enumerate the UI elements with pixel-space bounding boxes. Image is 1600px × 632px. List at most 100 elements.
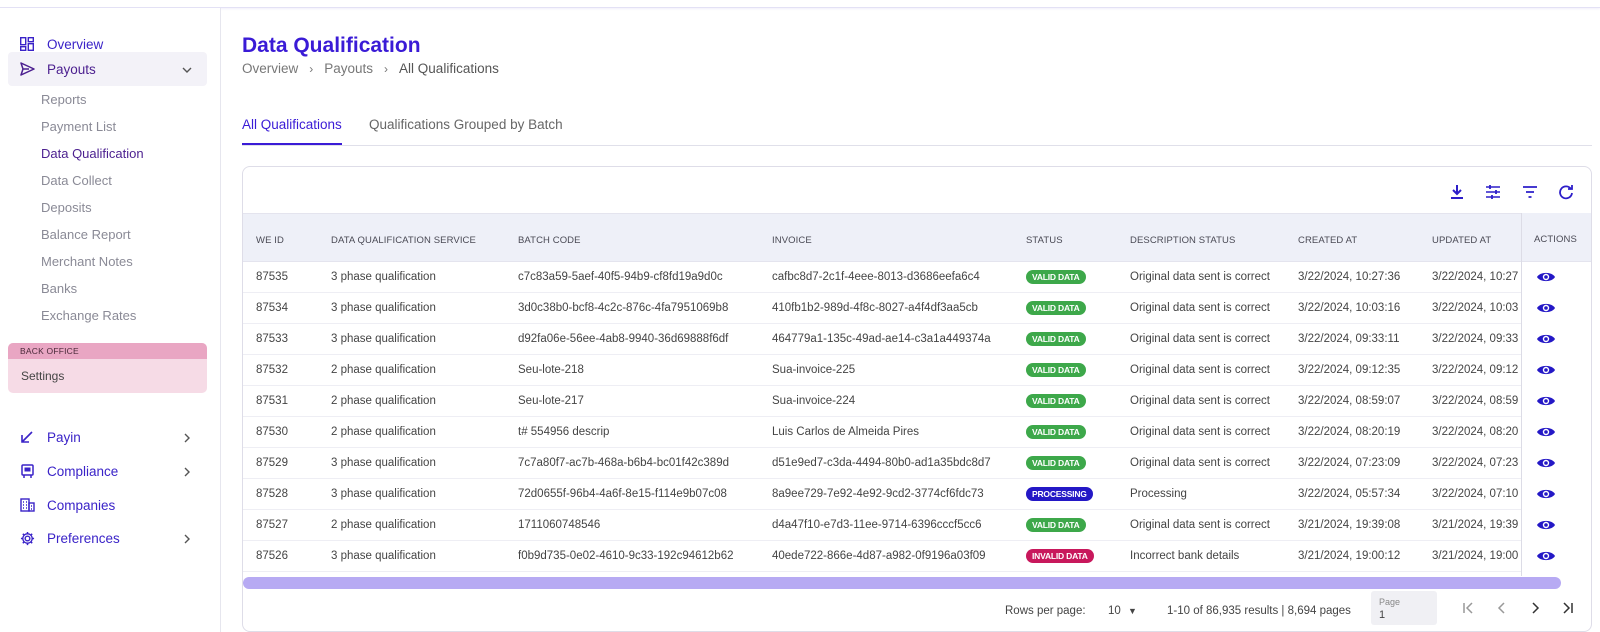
status-badge: PROCESSING xyxy=(1026,487,1093,501)
page-input[interactable]: Page 1 xyxy=(1371,591,1437,625)
chevron-right-icon xyxy=(181,431,193,443)
filter-icon[interactable] xyxy=(1520,182,1540,202)
status-badge: VALID DATA xyxy=(1026,363,1086,377)
sidebar-subitem-banks[interactable]: Banks xyxy=(41,281,77,296)
breadcrumb-payouts[interactable]: Payouts xyxy=(324,61,373,76)
sidebar-item-payouts[interactable]: Payouts xyxy=(8,52,207,86)
sidebar-item-preferences[interactable]: Preferences xyxy=(8,521,207,555)
cell-updated-at: 3/22/2024, 08:59 xyxy=(1432,395,1519,407)
sidebar-subitem-deposits[interactable]: Deposits xyxy=(41,200,92,215)
first-page-icon[interactable] xyxy=(1460,600,1476,616)
cell-we-id: 87531 xyxy=(256,395,288,407)
cell-service: 2 phase qualification xyxy=(331,426,436,438)
column-header-status[interactable]: STATUS xyxy=(1026,235,1063,246)
tab-grouped-by-batch[interactable]: Qualifications Grouped by Batch xyxy=(369,117,563,132)
backoffice-section: BACK OFFICE Settings xyxy=(8,343,207,393)
table-row[interactable]: 87526 3 phase qualification f0b9d735-0e02-… xyxy=(243,541,1591,572)
cell-updated-at: 3/22/2024, 07:10 xyxy=(1432,488,1519,500)
eye-icon[interactable] xyxy=(1536,487,1558,501)
next-page-icon[interactable] xyxy=(1527,600,1543,616)
table-row[interactable]: 87529 3 phase qualification 7c7a80f7-ac7b-… xyxy=(243,448,1591,479)
sidebar-subitem-merchant-notes[interactable]: Merchant Notes xyxy=(41,254,133,269)
send-icon xyxy=(19,61,35,77)
table-row[interactable]: 87532 2 phase qualification Seu-lote-218 Su… xyxy=(243,355,1591,386)
table-row[interactable]: 87528 3 phase qualification 72d0655f-96b4-… xyxy=(243,479,1591,510)
sidebar-item-settings[interactable]: Settings xyxy=(8,369,207,383)
eye-icon[interactable] xyxy=(1536,518,1558,532)
cell-updated-at: 3/22/2024, 08:20 xyxy=(1432,426,1519,438)
sidebar-subitem-data-qualification[interactable]: Data Qualification xyxy=(41,146,144,161)
cell-batch-code: c7c83a59-5aef-40f5-94b9-cf8fd19a9d0c xyxy=(518,271,723,283)
compliance-icon xyxy=(19,463,35,479)
cell-service: 2 phase qualification xyxy=(331,364,436,376)
status-badge: VALID DATA xyxy=(1026,425,1086,439)
rows-per-page-select[interactable]: 10 ▼ xyxy=(1108,605,1137,617)
cell-updated-at: 3/22/2024, 09:33 xyxy=(1432,333,1519,345)
cell-updated-at: 3/22/2024, 10:27 xyxy=(1432,271,1519,283)
cell-we-id: 87526 xyxy=(256,550,288,562)
cell-created-at: 3/21/2024, 19:00:12 xyxy=(1298,550,1401,562)
sidebar-item-label: Payouts xyxy=(47,61,96,77)
eye-icon[interactable] xyxy=(1536,332,1558,346)
cell-batch-code: 72d0655f-96b4-4a6f-8e15-f114e9b07c08 xyxy=(518,488,727,500)
download-icon[interactable] xyxy=(1447,182,1467,202)
cell-service: 3 phase qualification xyxy=(331,550,436,562)
cell-invoice: d4a47f10-e7d3-11ee-9714-6396cccf5cc6 xyxy=(772,519,982,531)
eye-icon[interactable] xyxy=(1536,301,1558,315)
column-header-we-id[interactable]: WE ID xyxy=(256,235,284,246)
cell-created-at: 3/22/2024, 09:12:35 xyxy=(1298,364,1401,376)
cell-service: 2 phase qualification xyxy=(331,519,436,531)
column-header-service[interactable]: DATA QUALIFICATION SERVICE xyxy=(331,235,476,246)
cell-service: 3 phase qualification xyxy=(331,333,436,345)
cell-we-id: 87533 xyxy=(256,333,288,345)
eye-icon[interactable] xyxy=(1536,363,1558,377)
cell-invoice: 410fb1b2-989d-4f8c-8027-a4f4df3aa5cb xyxy=(772,302,978,314)
qualifications-table-card: WE ID DATA QUALIFICATION SERVICE BATCH C… xyxy=(242,166,1592,632)
refresh-icon[interactable] xyxy=(1556,182,1576,202)
eye-icon[interactable] xyxy=(1536,456,1558,470)
chevron-right-icon xyxy=(181,532,193,544)
tab-all-qualifications[interactable]: All Qualifications xyxy=(242,117,342,132)
eye-icon[interactable] xyxy=(1536,394,1558,408)
table-row[interactable]: 87534 3 phase qualification 3d0c38b0-bcf8-… xyxy=(243,293,1591,324)
payin-arrow-icon xyxy=(19,429,35,445)
sidebar-subitem-payment-list[interactable]: Payment List xyxy=(41,119,116,134)
column-header-description-status[interactable]: DESCRIPTION STATUS xyxy=(1130,235,1235,246)
column-header-updated-at[interactable]: UPDATED AT xyxy=(1432,235,1491,246)
status-badge: VALID DATA xyxy=(1026,518,1086,532)
sidebar: Overview Payouts Reports Payment List Da… xyxy=(0,8,221,632)
cell-description-status: Original data sent is correct xyxy=(1130,395,1270,407)
cell-invoice: 8a9ee729-7e92-4e92-9cd2-3774cf6fdc73 xyxy=(772,488,984,500)
sidebar-item-compliance[interactable]: Compliance xyxy=(8,454,207,488)
table-row[interactable]: 87533 3 phase qualification d92fa06e-56ee-… xyxy=(243,324,1591,355)
sidebar-item-companies[interactable]: Companies xyxy=(8,488,207,522)
chevron-down-icon xyxy=(181,63,193,75)
eye-icon[interactable] xyxy=(1536,425,1558,439)
active-tab-indicator xyxy=(242,143,342,145)
table-row[interactable]: 87530 2 phase qualification t# 554956 desc… xyxy=(243,417,1591,448)
cell-we-id: 87535 xyxy=(256,271,288,283)
breadcrumb-overview[interactable]: Overview xyxy=(242,61,298,76)
tune-icon[interactable] xyxy=(1483,182,1503,202)
table-row[interactable]: 87535 3 phase qualification c7c83a59-5aef-… xyxy=(243,262,1591,293)
sidebar-item-payin[interactable]: Payin xyxy=(8,420,207,454)
column-header-batch-code[interactable]: BATCH CODE xyxy=(518,235,581,246)
prev-page-icon[interactable] xyxy=(1494,600,1510,616)
rows-per-page-value: 10 xyxy=(1108,605,1121,617)
cell-description-status: Original data sent is correct xyxy=(1130,426,1270,438)
eye-icon[interactable] xyxy=(1536,549,1558,563)
breadcrumb-current: All Qualifications xyxy=(399,61,499,76)
horizontal-scrollbar[interactable] xyxy=(243,577,1561,589)
column-header-invoice[interactable]: INVOICE xyxy=(772,235,812,246)
cell-description-status: Original data sent is correct xyxy=(1130,302,1270,314)
eye-icon[interactable] xyxy=(1536,270,1558,284)
sidebar-subitem-balance-report[interactable]: Balance Report xyxy=(41,227,131,242)
sidebar-subitem-exchange-rates[interactable]: Exchange Rates xyxy=(41,308,136,323)
sidebar-subitem-reports[interactable]: Reports xyxy=(41,92,87,107)
sidebar-subitem-data-collect[interactable]: Data Collect xyxy=(41,173,112,188)
status-badge: VALID DATA xyxy=(1026,270,1086,284)
table-row[interactable]: 87527 2 phase qualification 1711060748546 d… xyxy=(243,510,1591,541)
column-header-created-at[interactable]: CREATED AT xyxy=(1298,235,1357,246)
table-row[interactable]: 87531 2 phase qualification Seu-lote-217 Su… xyxy=(243,386,1591,417)
last-page-icon[interactable] xyxy=(1560,600,1576,616)
